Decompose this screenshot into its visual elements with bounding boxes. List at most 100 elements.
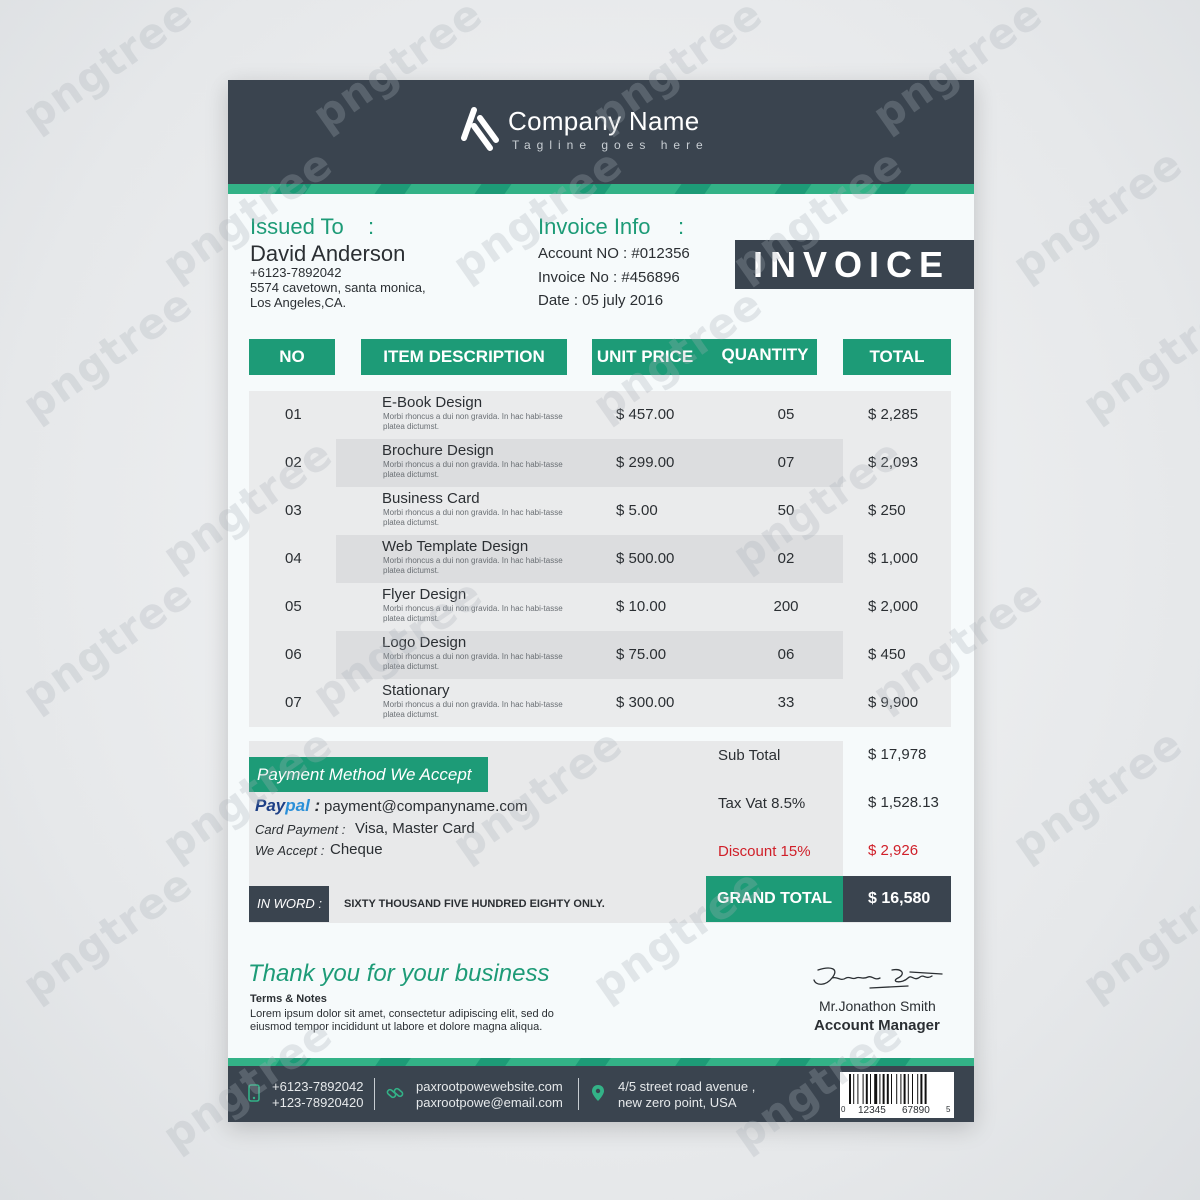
item-name: Stationary	[382, 682, 450, 699]
line-total: $ 1,000	[868, 550, 919, 567]
invoice-info-colon: :	[678, 214, 685, 239]
barcode-bar	[853, 1074, 855, 1104]
line-total: $ 9,900	[868, 694, 919, 711]
row-number: 02	[285, 454, 302, 471]
barcode-bar	[862, 1074, 864, 1104]
footer-divider	[374, 1078, 375, 1110]
unit-price: $ 457.00	[616, 406, 675, 423]
barcode-bar	[920, 1074, 923, 1104]
paypal-logo: Paypal :	[255, 796, 321, 815]
item-name: E-Book Design	[382, 394, 483, 411]
table-row: 07 Stationary Morbi rhoncus a dui non grav…	[249, 679, 951, 727]
column-header-total: TOTAL	[843, 339, 951, 375]
row-number: 04	[285, 550, 302, 567]
table-row: 06 Logo Design Morbi rhoncus a dui non gra…	[249, 631, 951, 679]
card-payment-value: Visa, Master Card	[355, 820, 475, 837]
unit-price: $ 300.00	[616, 694, 675, 711]
barcode-bar	[865, 1074, 868, 1104]
row-number: 06	[285, 646, 302, 663]
invoice-footer: +6123-7892042 +123-78920420 paxrootpowew…	[228, 1066, 974, 1122]
thank-you-message: Thank you for your business	[248, 960, 550, 987]
barcode-bar	[874, 1074, 878, 1104]
watermark: pngtree	[13, 0, 202, 141]
barcode-bar	[882, 1074, 885, 1104]
invoice-header: Company Name Tagline goes here	[228, 80, 974, 184]
account-number: Account NO : #012356	[538, 245, 690, 262]
item-description: Morbi rhoncus a dui non gravida. In hac …	[383, 556, 563, 575]
watermark: pngtree	[13, 278, 202, 431]
customer-address-line2: Los Angeles,CA.	[250, 295, 347, 310]
unit-price: $ 5.00	[616, 502, 658, 519]
line-total: $ 450	[868, 646, 906, 663]
subtotal-value: $ 17,978	[868, 746, 927, 763]
watermark: pngtree	[1003, 718, 1192, 871]
table-row: 03 Business Card Morbi rhoncus a dui non g…	[249, 487, 951, 535]
company-tagline: Tagline goes here	[512, 138, 709, 152]
discount-label: Discount 15%	[718, 843, 811, 860]
footer-phone2: +123-78920420	[272, 1095, 364, 1110]
unit-price: $ 500.00	[616, 550, 675, 567]
watermark: pngtree	[1073, 858, 1200, 1011]
we-accept-value: Cheque	[330, 841, 383, 858]
item-name: Logo Design	[382, 634, 467, 651]
barcode-bar	[912, 1074, 913, 1104]
row-number: 07	[285, 694, 302, 711]
watermark: pngtree	[1003, 138, 1192, 291]
item-name: Web Template Design	[382, 538, 529, 555]
barcode-bar	[896, 1074, 898, 1104]
barcode: 0 12345 67890 5	[840, 1072, 954, 1118]
invoice-info-label: Invoice Info	[538, 214, 651, 239]
footer-website[interactable]: paxrootpowewebsite.com	[416, 1079, 563, 1095]
table-row: 01 E-Book Design Morbi rhoncus a dui non g…	[249, 391, 951, 439]
invoice-sheet: Company Name Tagline goes here Issued To…	[228, 80, 974, 1122]
quantity: 02	[777, 550, 795, 567]
footer-divider	[578, 1078, 579, 1110]
quantity: 07	[777, 454, 795, 471]
quantity: 50	[777, 502, 795, 519]
quantity: 06	[777, 646, 795, 663]
paypal-email: payment@companyname.com	[324, 798, 528, 815]
row-number: 05	[285, 598, 302, 615]
link-icon	[386, 1087, 404, 1099]
footer-email[interactable]: paxrootpowe@email.com	[416, 1095, 563, 1111]
signer-title: Account Manager	[814, 1017, 940, 1034]
barcode-bar	[924, 1074, 927, 1104]
barcode-bar	[870, 1074, 871, 1104]
barcode-digit-lead: 0	[841, 1105, 846, 1114]
column-header-unit-price: UNIT PRICE	[596, 347, 694, 366]
item-description: Morbi rhoncus a dui non gravida. In hac …	[383, 460, 563, 479]
column-header-quantity: QUANTITY	[721, 345, 809, 364]
footer-accent-band	[228, 1058, 974, 1066]
unit-price: $ 10.00	[616, 598, 667, 615]
barcode-bars	[849, 1074, 927, 1104]
footer-address1: 4/5 street road avenue ,	[618, 1079, 756, 1094]
watermark: pngtree	[13, 858, 202, 1011]
signer-name: Mr.Jonathon Smith	[819, 998, 936, 1014]
paypal-logo-pay: Pay	[255, 796, 286, 815]
customer-address-line1: 5574 cavetown, santa monica,	[250, 280, 426, 295]
terms-title: Terms & Notes	[250, 993, 327, 1005]
barcode-bar	[857, 1074, 859, 1104]
invoice-date: Date : 05 july 2016	[538, 292, 664, 309]
signature	[813, 967, 943, 989]
in-word-label: IN WORD :	[249, 886, 329, 922]
customer-name: David Anderson	[250, 241, 406, 266]
item-description: Morbi rhoncus a dui non gravida. In hac …	[383, 652, 563, 671]
barcode-bar	[903, 1074, 906, 1104]
barcode-bar	[917, 1074, 919, 1104]
we-accept-label: We Accept :	[255, 843, 325, 858]
grand-total-label: GRAND TOTAL	[706, 876, 843, 922]
unit-price: $ 299.00	[616, 454, 675, 471]
line-total: $ 2,285	[868, 406, 919, 423]
barcode-digits-right: 67890	[902, 1105, 930, 1116]
issued-to-label: Issued To	[250, 214, 344, 239]
company-logo-icon	[461, 107, 499, 151]
customer-phone: +6123-7892042	[250, 265, 342, 280]
column-header-item-description: ITEM DESCRIPTION	[361, 339, 567, 375]
footer-address2: new zero point, USA	[618, 1095, 737, 1110]
row-number: 01	[285, 406, 302, 423]
grand-total-value: $ 16,580	[843, 876, 951, 922]
terms-line1: Lorem ipsum dolor sit amet, consectetur …	[250, 1008, 554, 1020]
item-description: Morbi rhoncus a dui non gravida. In hac …	[383, 700, 563, 719]
item-description: Morbi rhoncus a dui non gravida. In hac …	[383, 508, 563, 527]
